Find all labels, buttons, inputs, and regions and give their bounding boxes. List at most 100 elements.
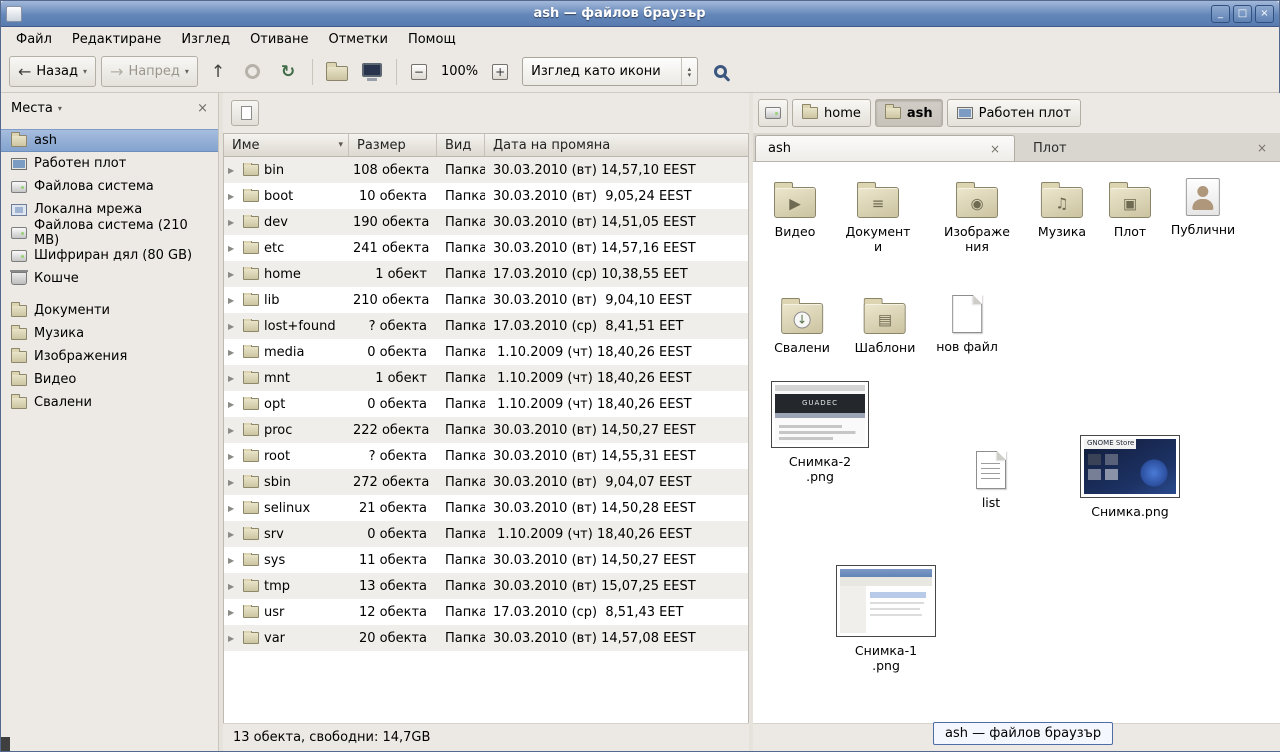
- expander-icon[interactable]: ▶: [228, 348, 238, 357]
- tab[interactable]: Плот ×: [1021, 135, 1280, 161]
- minimize-button[interactable]: _: [1211, 5, 1230, 23]
- tab-close-icon[interactable]: ×: [1255, 141, 1269, 155]
- expander-icon[interactable]: ▶: [228, 582, 238, 591]
- file-item[interactable]: GUADEC Снимка-2.png: [771, 381, 869, 484]
- back-button[interactable]: ← Назад ▾: [9, 56, 96, 87]
- expander-icon[interactable]: ▶: [228, 322, 238, 331]
- file-item[interactable]: ◉ Изображения: [943, 178, 1011, 254]
- table-row[interactable]: ▶ boot 10 обекта Папка 30.03.2010 (вт) 9…: [224, 183, 748, 209]
- file-item[interactable]: ≡ Документи: [844, 178, 912, 254]
- expander-icon[interactable]: ▶: [228, 218, 238, 227]
- table-row[interactable]: ▶ selinux 21 обекта Папка 30.03.2010 (вт…: [224, 495, 748, 521]
- table-row[interactable]: ▶ root ? обекта Папка 30.03.2010 (вт) 14…: [224, 443, 748, 469]
- sidebar-item[interactable]: Видео: [1, 368, 218, 391]
- search-button[interactable]: [703, 56, 737, 87]
- menu-item[interactable]: Помощ: [399, 29, 465, 50]
- menu-item[interactable]: Файл: [7, 29, 61, 50]
- menu-item[interactable]: Отметки: [319, 29, 396, 50]
- breadcrumb-button[interactable]: ash: [875, 99, 943, 127]
- sidebar-item[interactable]: Музика: [1, 322, 218, 345]
- file-item[interactable]: list: [976, 449, 1006, 510]
- sidebar-title-button[interactable]: Места ▾: [11, 101, 192, 116]
- breadcrumb-button[interactable]: home: [792, 99, 871, 127]
- menu-item[interactable]: Изглед: [172, 29, 239, 50]
- expander-icon[interactable]: ▶: [228, 192, 238, 201]
- titlebar[interactable]: ash — файлов браузър _ □ ×: [1, 1, 1279, 27]
- file-item[interactable]: нов файл: [936, 293, 998, 354]
- expander-icon[interactable]: ▶: [228, 556, 238, 565]
- expander-icon[interactable]: ▶: [228, 296, 238, 305]
- root-location-button[interactable]: [231, 100, 259, 126]
- back-dropdown-icon[interactable]: ▾: [83, 67, 87, 76]
- file-item[interactable]: ♫ Музика: [1038, 178, 1086, 239]
- sidebar-item[interactable]: Документи: [1, 299, 218, 322]
- expander-icon[interactable]: ▶: [228, 634, 238, 643]
- table-row[interactable]: ▶ usr 12 обекта Папка 17.03.2010 (ср) 8,…: [224, 599, 748, 625]
- file-item[interactable]: ▤ Шаблони: [855, 294, 916, 355]
- expander-icon[interactable]: ▶: [228, 270, 238, 279]
- expander-icon[interactable]: ▶: [228, 452, 238, 461]
- zoom-out-button[interactable]: −: [406, 59, 432, 85]
- expander-icon[interactable]: ▶: [228, 426, 238, 435]
- table-row[interactable]: ▶ home 1 обект Папка 17.03.2010 (ср) 10,…: [224, 261, 748, 287]
- pathbar-root-button[interactable]: [758, 99, 788, 127]
- table-row[interactable]: ▶ lib 210 обекта Папка 30.03.2010 (вт) 9…: [224, 287, 748, 313]
- reload-button[interactable]: ↻: [273, 57, 303, 87]
- column-header-date[interactable]: Дата на промяна: [485, 134, 748, 156]
- table-row[interactable]: ▶ sbin 272 обекта Папка 30.03.2010 (вт) …: [224, 469, 748, 495]
- forward-button[interactable]: → Напред ▾: [101, 56, 198, 87]
- column-header-type[interactable]: Вид: [437, 134, 485, 156]
- table-row[interactable]: ▶ sys 11 обекта Папка 30.03.2010 (вт) 14…: [224, 547, 748, 573]
- window-menu-icon[interactable]: [6, 6, 22, 22]
- column-header-size[interactable]: Размер: [349, 134, 437, 156]
- sidebar-item[interactable]: Кошче: [1, 267, 218, 290]
- file-item[interactable]: Публични: [1171, 176, 1235, 237]
- sidebar-item[interactable]: Изображения: [1, 345, 218, 368]
- expander-icon[interactable]: ▶: [228, 530, 238, 539]
- sidebar-item[interactable]: Свалени: [1, 391, 218, 414]
- tab[interactable]: ash ×: [755, 135, 1015, 161]
- expander-icon[interactable]: ▶: [228, 504, 238, 513]
- sidebar-item[interactable]: Шифриран дял (80 GB): [1, 244, 218, 267]
- up-button[interactable]: ↑: [203, 57, 233, 87]
- zoom-in-button[interactable]: +: [487, 59, 513, 85]
- table-row[interactable]: ▶ lost+found ? обекта Папка 17.03.2010 (…: [224, 313, 748, 339]
- close-button[interactable]: ×: [1255, 5, 1274, 23]
- maximize-button[interactable]: □: [1233, 5, 1252, 23]
- expander-icon[interactable]: ▶: [228, 166, 238, 175]
- table-row[interactable]: ▶ var 20 обекта Папка 30.03.2010 (вт) 14…: [224, 625, 748, 651]
- expander-icon[interactable]: ▶: [228, 374, 238, 383]
- table-row[interactable]: ▶ dev 190 обекта Папка 30.03.2010 (вт) 1…: [224, 209, 748, 235]
- sidebar-item[interactable]: Файлова система (210 MB): [1, 221, 218, 244]
- file-item[interactable]: GNOME Store Снимка.png: [1080, 435, 1180, 519]
- table-row[interactable]: ▶ tmp 13 обекта Папка 30.03.2010 (вт) 15…: [224, 573, 748, 599]
- view-mode-select[interactable]: Изглед като икони ▴▾: [522, 57, 698, 86]
- file-item[interactable]: ▶ Видео: [774, 178, 816, 239]
- file-item[interactable]: ▣ Плот: [1109, 178, 1151, 239]
- table-row[interactable]: ▶ mnt 1 обект Папка 1.10.2009 (чт) 18,40…: [224, 365, 748, 391]
- expander-icon[interactable]: ▶: [228, 244, 238, 253]
- table-row[interactable]: ▶ bin 108 обекта Папка 30.03.2010 (вт) 1…: [224, 157, 748, 183]
- table-row[interactable]: ▶ media 0 обекта Папка 1.10.2009 (чт) 18…: [224, 339, 748, 365]
- table-row[interactable]: ▶ proc 222 обекта Папка 30.03.2010 (вт) …: [224, 417, 748, 443]
- computer-button[interactable]: [357, 57, 387, 87]
- home-button[interactable]: [322, 57, 352, 87]
- breadcrumb-button[interactable]: Работен плот: [947, 99, 1081, 127]
- icon-view[interactable]: ▶ Видео ≡ Документи ◉ Изображения ♫ Музи…: [753, 162, 1280, 723]
- sidebar-close-icon[interactable]: ×: [197, 101, 208, 116]
- menu-item[interactable]: Редактиране: [63, 29, 170, 50]
- tab-close-icon[interactable]: ×: [988, 142, 1002, 156]
- expander-icon[interactable]: ▶: [228, 478, 238, 487]
- table-row[interactable]: ▶ opt 0 обекта Папка 1.10.2009 (чт) 18,4…: [224, 391, 748, 417]
- menu-item[interactable]: Отиване: [241, 29, 317, 50]
- sidebar-item[interactable]: ash: [1, 129, 218, 152]
- expander-icon[interactable]: ▶: [228, 608, 238, 617]
- table-row[interactable]: ▶ srv 0 обекта Папка 1.10.2009 (чт) 18,4…: [224, 521, 748, 547]
- file-item[interactable]: ↓ Свалени: [774, 294, 830, 355]
- sidebar-item[interactable]: Работен плот: [1, 152, 218, 175]
- expander-icon[interactable]: ▶: [228, 400, 238, 409]
- column-header-name[interactable]: Име ▾: [224, 134, 349, 156]
- file-item[interactable]: Снимка-1.png: [836, 565, 936, 673]
- sidebar-item[interactable]: Файлова система: [1, 175, 218, 198]
- table-row[interactable]: ▶ etc 241 обекта Папка 30.03.2010 (вт) 1…: [224, 235, 748, 261]
